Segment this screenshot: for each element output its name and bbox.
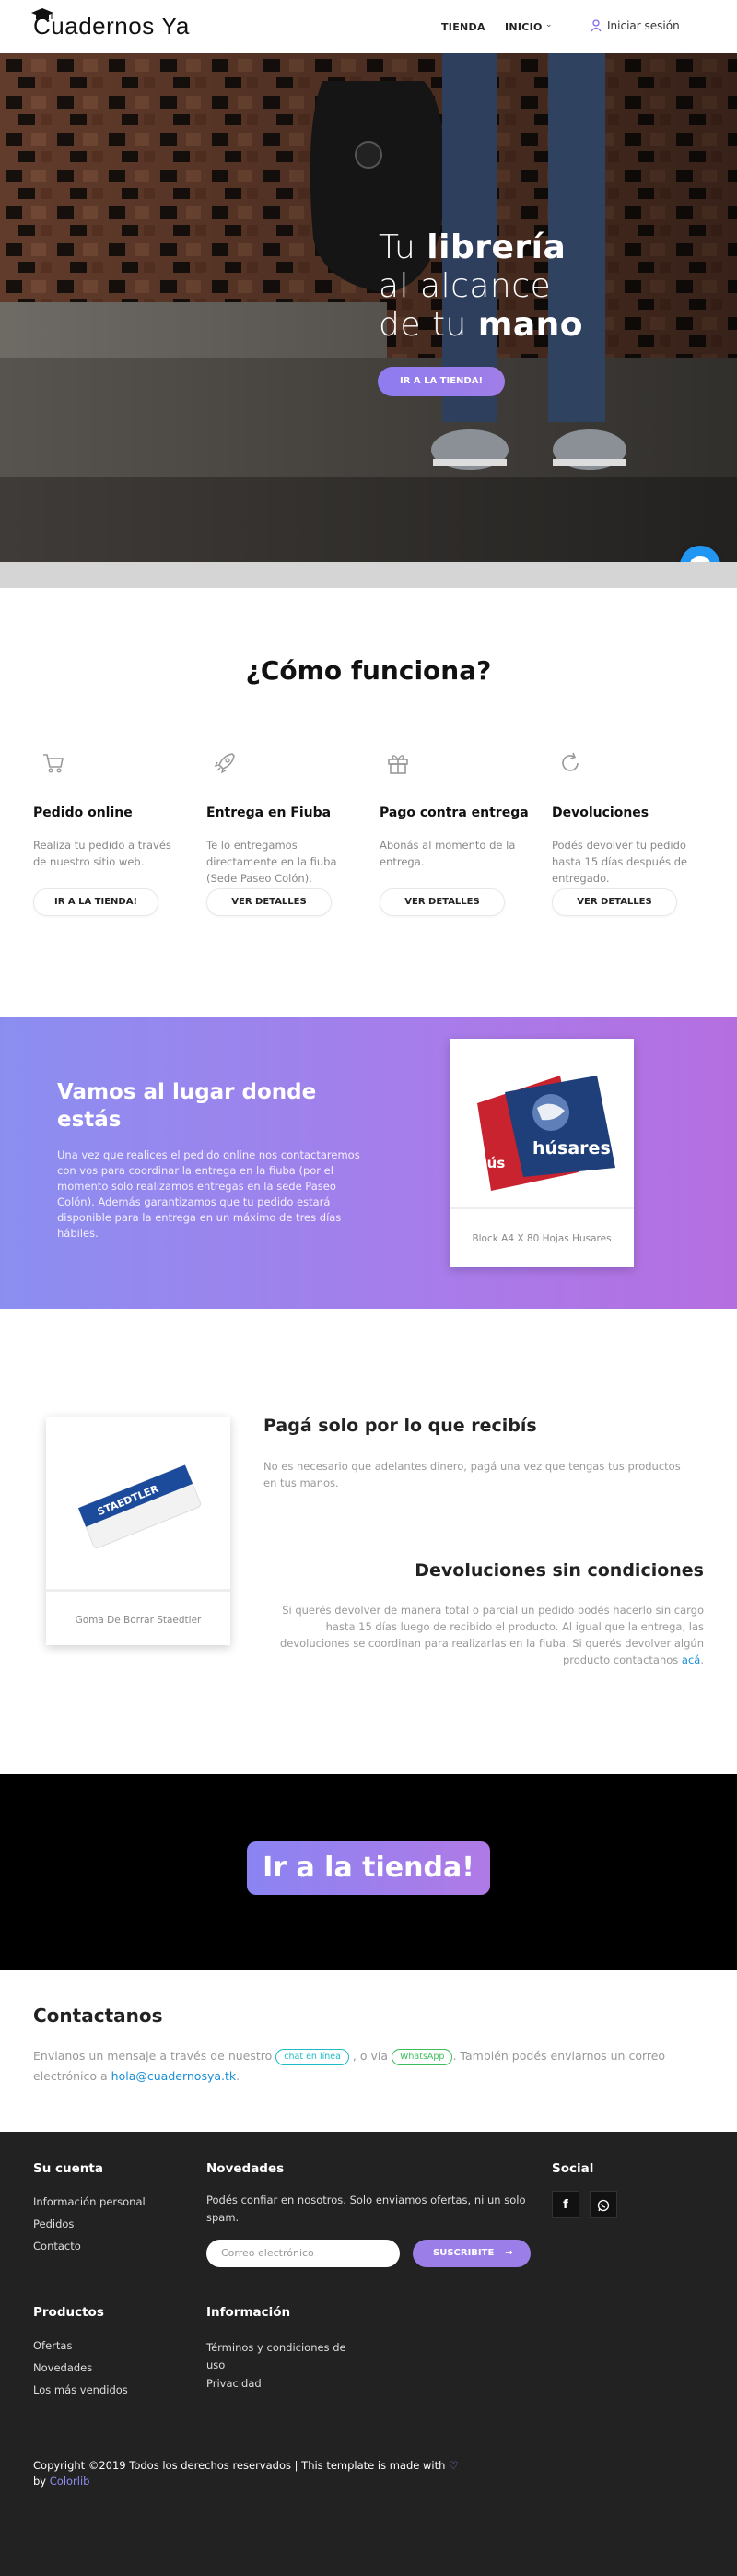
chat-pill-button[interactable]: chat en línea	[275, 2048, 349, 2065]
refresh-icon	[562, 752, 579, 771]
hero-line-1: Tu librería	[379, 229, 567, 266]
site-logo[interactable]: Cuadernos Ya	[33, 12, 190, 41]
footer-link-personal-info[interactable]: Información personal	[33, 2195, 146, 2208]
nav-inicio[interactable]: INICIO	[505, 21, 543, 33]
step-title-pedido: Pedido online	[33, 806, 133, 820]
heart-icon: ♡	[449, 2459, 459, 2472]
footer-link-privacy[interactable]: Privacidad	[206, 2377, 262, 2390]
hero-line-2: al alcance	[379, 267, 552, 305]
delivery-title: Vamos al lugar donde estás	[57, 1080, 317, 1132]
step-details-button-devoluciones[interactable]: VER DETALLES	[552, 888, 677, 916]
cart-icon	[43, 754, 64, 773]
step-desc-entrega: Te lo entregamos directamente en la fiub…	[206, 839, 337, 885]
arrow-right-icon: →	[505, 2248, 513, 2258]
chevron-down-icon[interactable]: ⌄	[545, 20, 553, 29]
pay-title: Pagá solo por lo que recibís	[263, 1416, 537, 1436]
svg-text:hús: hús	[477, 1155, 505, 1171]
step-details-button-pago[interactable]: VER DETALLES	[380, 888, 505, 916]
site-header: Cuadernos Ya TIENDA INICIO ⌄ Iniciar ses…	[0, 0, 737, 53]
contact-text: Envianos un mensaje a través de nuestro …	[33, 2048, 666, 2083]
messenger-chat-button[interactable]	[680, 546, 720, 562]
footer-social-title: Social	[552, 2161, 594, 2176]
user-icon[interactable]	[591, 19, 602, 32]
copyright-text: Copyright ©2019 Todos los derechos reser…	[33, 2459, 459, 2488]
step-store-button[interactable]: IR A LA TIENDA!	[33, 888, 158, 916]
rocket-icon	[214, 753, 235, 774]
footer-link-bestsellers[interactable]: Los más vendidos	[33, 2383, 128, 2396]
login-link[interactable]: Iniciar sesión	[607, 19, 680, 32]
newsletter-email-input[interactable]: Correo electrónico	[206, 2240, 400, 2267]
footer-news-title: Novedades	[206, 2161, 285, 2176]
whatsapp-pill-button[interactable]: WhatsApp	[391, 2048, 453, 2065]
facebook-icon[interactable]: f	[552, 2191, 579, 2218]
newsletter-subscribe-button[interactable]: SUSCRIBITE →	[413, 2240, 531, 2267]
hero-background-image	[0, 53, 737, 562]
step-desc-pedido: Realiza tu pedido a través de nuestro si…	[33, 839, 171, 868]
step-desc-devoluciones: Podés devolver tu pedido hasta 15 días d…	[552, 839, 688, 885]
footer-link-contact[interactable]: Contacto	[33, 2240, 81, 2253]
step-title-pago: Pago contra entrega	[380, 806, 529, 820]
hero-section: Tu librería al alcance de tu mano IR A L…	[0, 53, 737, 562]
whatsapp-icon[interactable]	[590, 2191, 617, 2218]
footer-account-title: Su cuenta	[33, 2161, 103, 2176]
gift-icon	[388, 755, 408, 774]
footer-info-title: Información	[206, 2305, 291, 2320]
step-desc-pago: Abonás al momento de la entrega.	[380, 839, 516, 868]
product-card-eraser[interactable]: STAEDTLER	[46, 1417, 230, 1645]
hero-line-3: de tu mano	[379, 306, 583, 344]
step-title-devoluciones: Devoluciones	[552, 806, 649, 820]
product-image-block: húsares hús	[450, 1039, 634, 1209]
nav-tienda[interactable]: TIENDA	[441, 21, 485, 33]
product-caption-block[interactable]: Block A4 X 80 Hojas Husares	[450, 1233, 634, 1244]
delivery-text: Una vez que realices el pedido online no…	[57, 1148, 360, 1240]
messenger-icon	[682, 547, 719, 562]
returns-title: Devoluciones sin condiciones	[415, 1560, 704, 1581]
product-brand-husares: húsares	[532, 1138, 611, 1159]
footer-link-new[interactable]: Novedades	[33, 2361, 92, 2374]
product-image-eraser: STAEDTLER	[46, 1417, 230, 1592]
footer-link-orders[interactable]: Pedidos	[33, 2217, 74, 2230]
returns-text: Si querés devolver de manera total o par…	[279, 1604, 704, 1666]
hero-store-button[interactable]: IR A LA TIENDA!	[378, 367, 505, 396]
contact-email-link[interactable]: hola@cuadernosya.tk	[111, 2069, 236, 2083]
footer-link-offers[interactable]: Ofertas	[33, 2339, 72, 2352]
product-caption-eraser[interactable]: Goma De Borrar Staedtler	[46, 1615, 230, 1626]
how-it-works-title: ¿Cómo funciona?	[245, 655, 492, 686]
contact-title: Contactanos	[33, 2005, 163, 2027]
hero-bottom-strip	[0, 562, 737, 588]
footer-products-title: Productos	[33, 2305, 104, 2320]
footer-news-text: Podés confiar en nosotros. Solo enviamos…	[206, 2194, 526, 2224]
colorlib-link[interactable]: Colorlib	[50, 2475, 90, 2488]
returns-contact-link[interactable]: acá	[682, 1653, 700, 1666]
step-details-button-entrega[interactable]: VER DETALLES	[206, 888, 332, 916]
step-title-entrega: Entrega en Fiuba	[206, 806, 332, 820]
footer-link-terms[interactable]: Términos y condiciones de uso	[206, 2339, 354, 2374]
pay-text: No es necesario que adelantes dinero, pa…	[263, 1460, 681, 1489]
cta-store-button[interactable]: Ir a la tienda!	[247, 1841, 490, 1895]
